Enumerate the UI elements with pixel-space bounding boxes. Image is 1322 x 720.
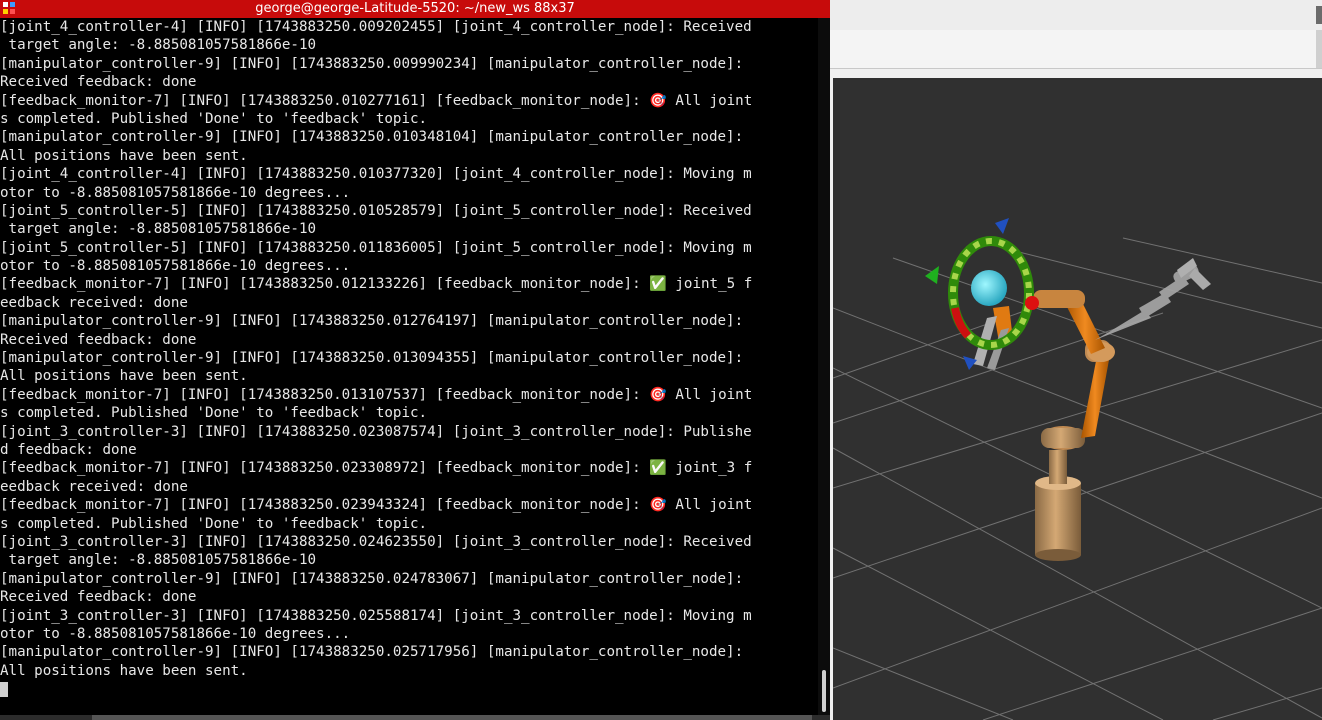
robot-base xyxy=(1035,450,1081,561)
terminal-window[interactable]: george@george-Latitude-5520: ~/new_ws 88… xyxy=(0,0,830,720)
ghost-arm xyxy=(1095,258,1211,340)
terminal-line: [joint_4_controller-4] [INFO] [174388325… xyxy=(0,166,752,183)
terminal-line: [manipulator_controller-9] [INFO] [17438… xyxy=(0,570,744,587)
terminal-line: [manipulator_controller-9] [INFO] [17438… xyxy=(0,350,744,367)
terminal-line: [manipulator_controller-9] [INFO] [17438… xyxy=(0,644,744,661)
terminal-cursor xyxy=(0,681,8,697)
terminal-line: eedback received: done xyxy=(0,294,188,311)
terminal-line: All positions have been sent. xyxy=(0,368,248,385)
terminal-line: s completed. Published 'Done' to 'feedba… xyxy=(0,515,428,532)
robot-lower-arm xyxy=(1041,340,1115,450)
terminal-line: Received feedback: done xyxy=(0,74,197,91)
terminal-output[interactable]: [joint_4_controller-4] [INFO] [174388325… xyxy=(0,18,818,718)
terminal-line: [joint_5_controller-5] [INFO] [174388325… xyxy=(0,202,752,219)
terminal-line: eedback received: done xyxy=(0,478,188,495)
terminal-line: otor to -8.885081057581866e-10 degrees..… xyxy=(0,625,351,642)
terminal-line: [feedback_monitor-7] [INFO] [1743883250.… xyxy=(0,92,753,109)
rviz-window[interactable] xyxy=(830,0,1322,720)
terminal-line: s completed. Published 'Done' to 'feedba… xyxy=(0,110,428,127)
viewer-menubar xyxy=(830,0,1322,31)
terminal-line: All positions have been sent. xyxy=(0,147,248,164)
terminal-prompt-line[interactable] xyxy=(0,680,818,698)
terminal-line: [joint_3_controller-3] [INFO] [174388325… xyxy=(0,607,752,624)
terminal-line: [manipulator_controller-9] [INFO] [17438… xyxy=(0,55,744,72)
viewer-toolbar xyxy=(830,30,1322,69)
terminal-line: otor to -8.885081057581866e-10 degrees..… xyxy=(0,184,351,201)
terminal-line: target angle: -8.885081057581866e-10 xyxy=(0,552,317,569)
terminal-line: [feedback_monitor-7] [INFO] [1743883250.… xyxy=(0,460,753,477)
terminal-line: [joint_4_controller-4] [INFO] [174388325… xyxy=(0,19,752,35)
interactive-marker xyxy=(925,218,1039,370)
terminal-scrollbar[interactable] xyxy=(818,18,830,718)
terminal-line: [joint_5_controller-5] [INFO] [174388325… xyxy=(0,239,752,256)
terminal-line: [feedback_monitor-7] [INFO] [1743883250.… xyxy=(0,497,753,514)
terminal-line: [joint_3_controller-3] [INFO] [174388325… xyxy=(0,533,752,550)
terminal-titlebar[interactable]: george@george-Latitude-5520: ~/new_ws 88… xyxy=(0,0,830,18)
terminal-line: All positions have been sent. xyxy=(0,662,248,679)
terminal-line: otor to -8.885081057581866e-10 degrees..… xyxy=(0,258,351,275)
terminal-line: s completed. Published 'Done' to 'feedba… xyxy=(0,405,428,422)
robot-scene xyxy=(833,218,1322,720)
scrollbar-thumb[interactable] xyxy=(822,670,826,712)
3d-viewport[interactable] xyxy=(833,78,1322,720)
terminal-line: target angle: -8.885081057581866e-10 xyxy=(0,221,317,238)
terminal-app-icon xyxy=(3,2,16,15)
terminal-bottom-strip xyxy=(0,715,830,720)
terminal-line: [manipulator_controller-9] [INFO] [17438… xyxy=(0,313,744,330)
terminal-line: [feedback_monitor-7] [INFO] [1743883250.… xyxy=(0,276,753,293)
terminal-line: Received feedback: done xyxy=(0,589,197,606)
terminal-line: Received feedback: done xyxy=(0,331,197,348)
terminal-title: george@george-Latitude-5520: ~/new_ws 88… xyxy=(255,1,575,16)
terminal-line: d feedback: done xyxy=(0,441,137,458)
terminal-line: [joint_3_controller-3] [INFO] [174388325… xyxy=(0,423,752,440)
terminal-line: [manipulator_controller-9] [INFO] [17438… xyxy=(0,129,744,146)
terminal-line: [feedback_monitor-7] [INFO] [1743883250.… xyxy=(0,386,753,403)
terminal-line: target angle: -8.885081057581866e-10 xyxy=(0,37,317,54)
